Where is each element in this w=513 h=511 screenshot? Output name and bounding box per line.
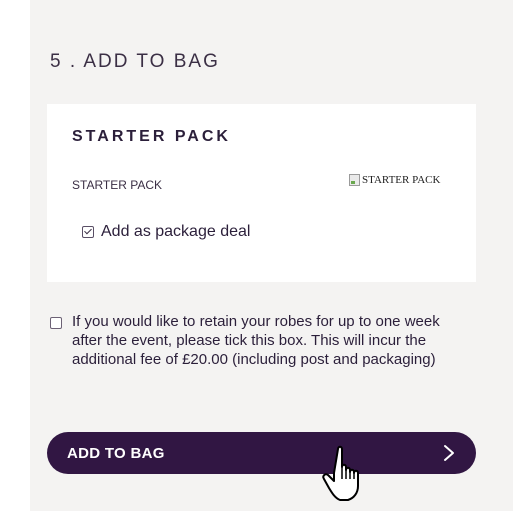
product-image-alt-text: STARTER PACK <box>362 174 441 186</box>
broken-image-icon <box>349 174 360 186</box>
starter-pack-card: STARTER PACK STARTER PACK STARTER PACK A… <box>47 104 476 282</box>
section-title: 5 . ADD TO BAG <box>50 51 220 72</box>
package-deal-checkbox[interactable] <box>82 226 94 238</box>
package-deal-label: Add as package deal <box>101 223 251 240</box>
card-title: STARTER PACK <box>72 128 231 145</box>
product-image: STARTER PACK <box>349 174 440 186</box>
card-subtitle: STARTER PACK <box>72 178 163 192</box>
retain-robes-option[interactable]: If you would like to retain your robes f… <box>50 312 460 369</box>
add-to-bag-button[interactable]: ADD TO BAG <box>47 432 476 474</box>
chevron-right-icon <box>440 444 458 462</box>
package-deal-option[interactable]: Add as package deal <box>82 223 250 241</box>
retain-robes-checkbox[interactable] <box>50 317 62 329</box>
add-to-bag-button-label: ADD TO BAG <box>67 444 165 462</box>
retain-robes-text: If you would like to retain your robes f… <box>72 313 440 368</box>
